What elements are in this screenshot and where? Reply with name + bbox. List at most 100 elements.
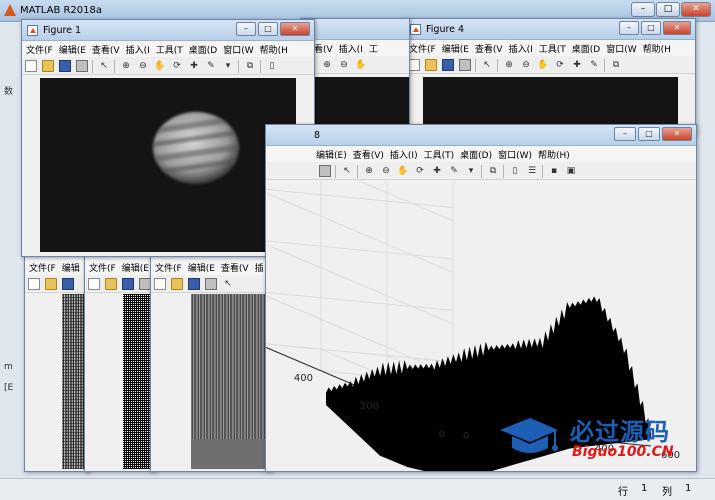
open-file-icon[interactable] [105,278,117,290]
pan-hand-icon[interactable]: ✋ [355,59,367,71]
close-button[interactable]: ✕ [663,21,691,35]
menu-tools[interactable]: 工具(T) [420,146,457,161]
menu-desktop[interactable]: 桌面(D) [456,146,494,161]
menu-file[interactable]: 文件(F [25,259,58,274]
open-file-icon[interactable] [45,278,57,290]
open-file-icon[interactable] [42,60,54,72]
menu-file[interactable]: 文件(F [22,41,55,56]
figure-middle-titlebar[interactable] [301,19,409,40]
menu-window[interactable]: 窗口(W [219,41,255,56]
menu-insert[interactable]: 插入(I) [386,146,420,161]
new-figure-icon[interactable] [88,278,100,290]
figure-bottom-c-window[interactable]: 文件(F 编辑(E 查看(V 插 ↖ [150,255,272,472]
menu-tools[interactable]: 工具(T [152,41,185,56]
maximize-button[interactable]: □ [641,21,661,35]
maximize-button[interactable]: □ [258,22,278,36]
legend-icon[interactable]: ☰ [526,165,538,177]
zoom-out-icon[interactable]: ⊖ [380,165,392,177]
figure-front-titlebar[interactable]: 8 – □ ✕ [266,125,696,146]
menu-view[interactable]: 查看(V) [349,146,386,161]
print-icon[interactable] [459,59,471,71]
zoom-in-icon[interactable]: ⊕ [321,59,333,71]
close-button[interactable]: ✕ [662,127,692,141]
menu-tools[interactable]: 工具(T [535,40,568,55]
close-button[interactable]: ✕ [280,22,310,36]
print-icon[interactable] [319,165,331,177]
matlab-maximize-button[interactable]: □ [656,2,680,17]
colorbar-icon[interactable]: ▯ [509,165,521,177]
data-cursor-icon[interactable]: ✚ [571,59,583,71]
zoom-out-icon[interactable]: ⊖ [520,59,532,71]
menu-edit[interactable]: 编辑(E [184,259,217,274]
matlab-minimize-button[interactable]: – [631,2,655,17]
brush-icon[interactable]: ✎ [448,165,460,177]
data-cursor-icon[interactable]: ✚ [188,60,200,72]
pointer-icon[interactable]: ↖ [222,278,234,290]
pan-hand-icon[interactable]: ✋ [397,165,409,177]
pointer-icon[interactable]: ↖ [481,59,493,71]
menu-view[interactable]: 查看(V [217,259,251,274]
figure-4-window[interactable]: Figure 4 – □ ✕ 文件(F 编辑(E 查看(V 插入(I 工具(T 桌面(D 窗… [404,18,696,136]
print-icon[interactable] [205,278,217,290]
menu-tools[interactable]: 工 [365,40,380,55]
new-figure-icon[interactable] [25,60,37,72]
save-icon[interactable] [188,278,200,290]
menu-edit[interactable]: 编辑(E [55,41,88,56]
menu-help[interactable]: 帮助(H) [534,146,572,161]
pan-hand-icon[interactable]: ✋ [537,59,549,71]
menu-edit[interactable]: 编辑(E) [312,146,349,161]
brush-icon[interactable]: ✎ [588,59,600,71]
chevron-down-icon[interactable]: ▾ [222,60,234,72]
menu-window[interactable]: 窗口(W) [494,146,534,161]
menu-help[interactable]: 帮助(H [639,40,673,55]
zoom-in-icon[interactable]: ⊕ [363,165,375,177]
data-cursor-icon[interactable]: ✚ [431,165,443,177]
zoom-out-icon[interactable]: ⊖ [137,60,149,72]
menu-edit[interactable]: 编辑 [58,259,82,274]
menu-desktop[interactable]: 桌面(D [568,40,602,55]
zoom-in-icon[interactable]: ⊕ [120,60,132,72]
open-file-icon[interactable] [425,59,437,71]
save-icon[interactable] [122,278,134,290]
colorbar-icon[interactable]: ▯ [266,60,278,72]
print-icon[interactable] [76,60,88,72]
menu-insert[interactable]: 插入(I [505,40,535,55]
open-file-icon[interactable] [171,278,183,290]
figure-bottom-a-window[interactable]: 文件(F 编辑 [24,255,90,472]
save-icon[interactable] [62,278,74,290]
hide-plot-tools-icon[interactable]: ▪ [548,165,560,177]
menu-file[interactable]: 文件(F [151,259,184,274]
menu-view[interactable]: 查看(V [88,41,122,56]
link-plot-icon[interactable]: ⧉ [244,60,256,72]
figure-middle-window[interactable]: 查看(V插入(I工 ↖⊕⊖✋ [300,18,410,136]
menu-desktop[interactable]: 桌面(D [185,41,219,56]
rotate-3d-icon[interactable]: ⟳ [171,60,183,72]
menu-window[interactable]: 窗口(W [602,40,638,55]
pan-hand-icon[interactable]: ✋ [154,60,166,72]
pointer-icon[interactable]: ↖ [98,60,110,72]
zoom-in-icon[interactable]: ⊕ [503,59,515,71]
menu-view[interactable]: 查看(V [471,40,505,55]
rotate-3d-icon[interactable]: ⟳ [414,165,426,177]
rotate-3d-icon[interactable]: ⟳ [554,59,566,71]
figure-bottom-b-window[interactable]: 文件(F 编辑(E [84,255,156,472]
save-icon[interactable] [442,59,454,71]
pointer-icon[interactable]: ↖ [341,165,353,177]
menu-insert[interactable]: 插入(I [335,40,365,55]
matlab-close-button[interactable]: ✕ [681,2,711,17]
menu-file[interactable]: 文件(F [85,259,118,274]
show-plot-tools-icon[interactable]: ▣ [565,165,577,177]
link-plot-icon[interactable]: ⧉ [610,59,622,71]
figure-1-titlebar[interactable]: Figure 1 – □ ✕ [22,20,314,41]
maximize-button[interactable]: □ [638,127,660,141]
save-icon[interactable] [59,60,71,72]
chevron-down-icon[interactable]: ▾ [465,165,477,177]
minimize-button[interactable]: – [619,21,639,35]
link-plot-icon[interactable]: ⧉ [487,165,499,177]
menu-edit[interactable]: 编辑(E [438,40,471,55]
new-figure-icon[interactable] [154,278,166,290]
brush-icon[interactable]: ✎ [205,60,217,72]
new-figure-icon[interactable] [28,278,40,290]
menu-edit[interactable]: 编辑(E [118,259,151,274]
menu-help[interactable]: 帮助(H [256,41,290,56]
